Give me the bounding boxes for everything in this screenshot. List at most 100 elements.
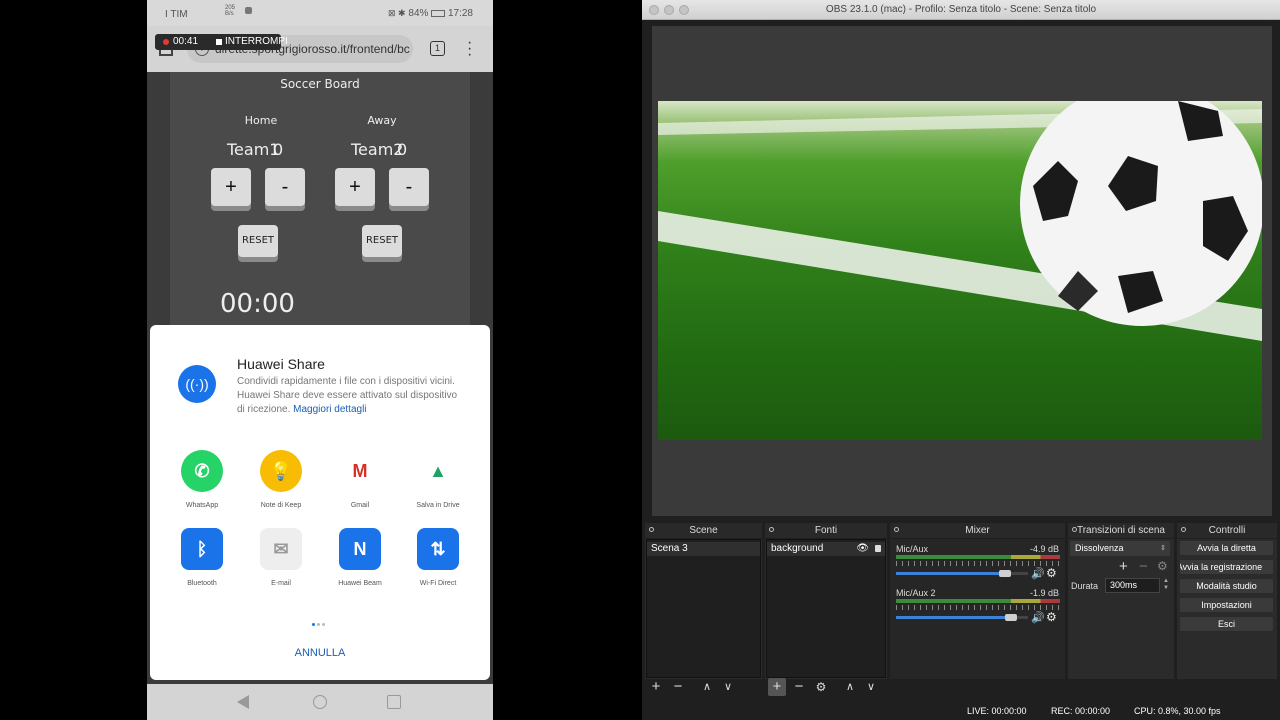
start-streaming-button[interactable]: Avvia la diretta [1179,540,1274,556]
transition-settings-icon[interactable]: ⚙ [1157,559,1168,573]
rec-time: REC: 00:00:00 [1051,706,1111,716]
share-app-label: Bluetooth [187,580,217,587]
source-name: background [771,543,824,554]
remove-transition-icon[interactable]: − [1139,558,1148,575]
gear-icon[interactable]: ⚙ [1046,610,1057,624]
cancel-button[interactable]: ANNULLA [280,647,360,659]
remove-scene-icon[interactable]: − [669,678,687,696]
menu-icon[interactable]: · · · [467,35,472,63]
duration-stepper[interactable]: ▲ ▼ [1161,578,1171,593]
speaker-icon[interactable]: 🔊 [1031,567,1045,580]
add-source-icon[interactable]: + [768,678,786,696]
share-app-whatsapp[interactable]: ✆ WhatsApp [162,450,242,509]
eye-icon[interactable]: 👁 [856,542,869,556]
share-app-bluetooth[interactable]: ᛒ Bluetooth [162,528,242,587]
source-item[interactable]: background 👁 [767,542,885,556]
mixer-channel-1-meter [896,555,1060,559]
scene-item[interactable]: Scena 3 [647,542,760,556]
share-app-wi-fi-direct[interactable]: ⇅ Wi-Fi Direct [398,528,478,587]
scenes-dock: Scena 3 [645,539,762,679]
away-plus-button[interactable]: + [335,168,375,206]
start-recording-button[interactable]: Avvia la registrazione [1179,559,1274,575]
soccer-board: Soccer Board Home Away Team1 0 Team2 0 +… [170,72,470,332]
settings-button[interactable]: Impostazioni [1179,597,1274,613]
move-up-icon[interactable]: ∧ [698,678,716,696]
record-dot-icon [163,39,169,45]
home-plus-button[interactable]: + [211,168,251,206]
gear-icon[interactable]: ⚙ [1046,566,1057,580]
mixer-channel-2-slider-handle[interactable] [1005,614,1017,621]
sources-list[interactable]: background 👁 [766,539,886,678]
share-app-e-mail[interactable]: ✉ E-mail [241,528,321,587]
move-down-icon[interactable]: ∨ [862,678,880,696]
mixer-channel-1-slider-handle[interactable] [999,570,1011,577]
share-app-label: WhatsApp [185,502,219,509]
home-score: 0 [273,140,284,159]
transition-select[interactable]: Dissolvenza ⇕ [1070,541,1170,556]
home-circle-icon[interactable] [313,695,327,709]
duration-input[interactable]: 300ms [1105,578,1160,593]
stop-recording-button[interactable]: INTERROMPI [225,36,288,47]
dock-float-icon[interactable] [1072,527,1077,532]
recent-apps-icon[interactable] [387,695,401,709]
back-icon[interactable] [237,695,249,709]
page-indicator [312,613,332,626]
move-up-icon[interactable]: ∧ [841,678,859,696]
dock-float-icon[interactable] [894,527,899,532]
tab-switcher-button[interactable]: 1 [430,41,445,56]
share-title: Huawei Share [237,356,325,372]
system-nav-bar [147,684,493,720]
scenes-list[interactable]: Scena 3 [646,539,761,678]
move-down-icon[interactable]: ∨ [719,678,737,696]
soccer-field-image [658,101,1262,341]
email-icon: ✉ [260,528,302,570]
speaker-icon[interactable]: 🔊 [1031,611,1045,624]
wifi-direct-icon: ⇅ [417,528,459,570]
share-app-label: Note di Keep [260,502,302,509]
share-app-gmail[interactable]: M Gmail [320,450,400,509]
mixer-channel-2-slider-fill [896,616,1011,619]
window-titlebar: OBS 23.1.0 (mac) - Profilo: Senza titolo… [642,0,1280,20]
mixer-dock-header: Mixer [890,523,1065,538]
meter-scale [896,605,1060,610]
share-app-label: E-mail [271,580,291,587]
screen-recording-indicator[interactable]: 00:41 INTERROMPI [155,34,288,50]
add-transition-icon[interactable]: + [1119,558,1128,575]
battery-level: 84% [408,8,429,19]
scenes-title: Scene [689,525,718,536]
match-clock: 00:00 [220,289,295,319]
notification-icon [245,7,252,14]
remove-source-icon[interactable]: − [790,678,808,696]
share-app-label: Wi-Fi Direct [419,580,457,587]
dock-float-icon[interactable] [649,527,654,532]
share-app-huawei-beam[interactable]: N Huawei Beam [320,528,400,587]
home-reset-button[interactable]: RESET [238,225,278,257]
share-app-label: Huawei Beam [338,580,382,587]
source-properties-icon[interactable]: ⚙ [812,678,830,696]
more-details-link[interactable]: Maggiori dettagli [293,404,366,415]
sources-title: Fonti [814,525,838,536]
share-app-label: Salva in Drive [416,502,460,509]
sources-dock-header: Fonti [765,523,887,538]
preview-canvas[interactable] [658,101,1262,440]
recording-time: 00:41 [173,36,199,47]
share-description: Condividi rapidamente i file con i dispo… [237,375,467,417]
dock-float-icon[interactable] [769,527,774,532]
home-minus-button[interactable]: - [265,168,305,206]
huawei-share-icon: ((·)) [178,365,216,403]
bluetooth-icon: ᛒ [181,528,223,570]
drive-icon: ▲ [417,450,459,492]
meter-scale [896,561,1060,566]
away-reset-button[interactable]: RESET [362,225,402,257]
status-bar: LIVE: 00:00:00 REC: 00:00:00 CPU: 0.8%, … [642,702,1280,720]
studio-mode-button[interactable]: Modalità studio [1179,578,1274,594]
dock-float-icon[interactable] [1181,527,1186,532]
away-minus-button[interactable]: - [389,168,429,206]
share-app-note-di-keep[interactable]: 💡 Note di Keep [241,450,321,509]
lock-icon[interactable] [875,545,881,552]
share-app-salva-in-drive[interactable]: ▲ Salva in Drive [398,450,478,509]
add-scene-icon[interactable]: + [647,678,665,696]
exit-button[interactable]: Esci [1179,616,1274,632]
gmail-icon: M [339,450,381,492]
keep-icon: 💡 [260,450,302,492]
